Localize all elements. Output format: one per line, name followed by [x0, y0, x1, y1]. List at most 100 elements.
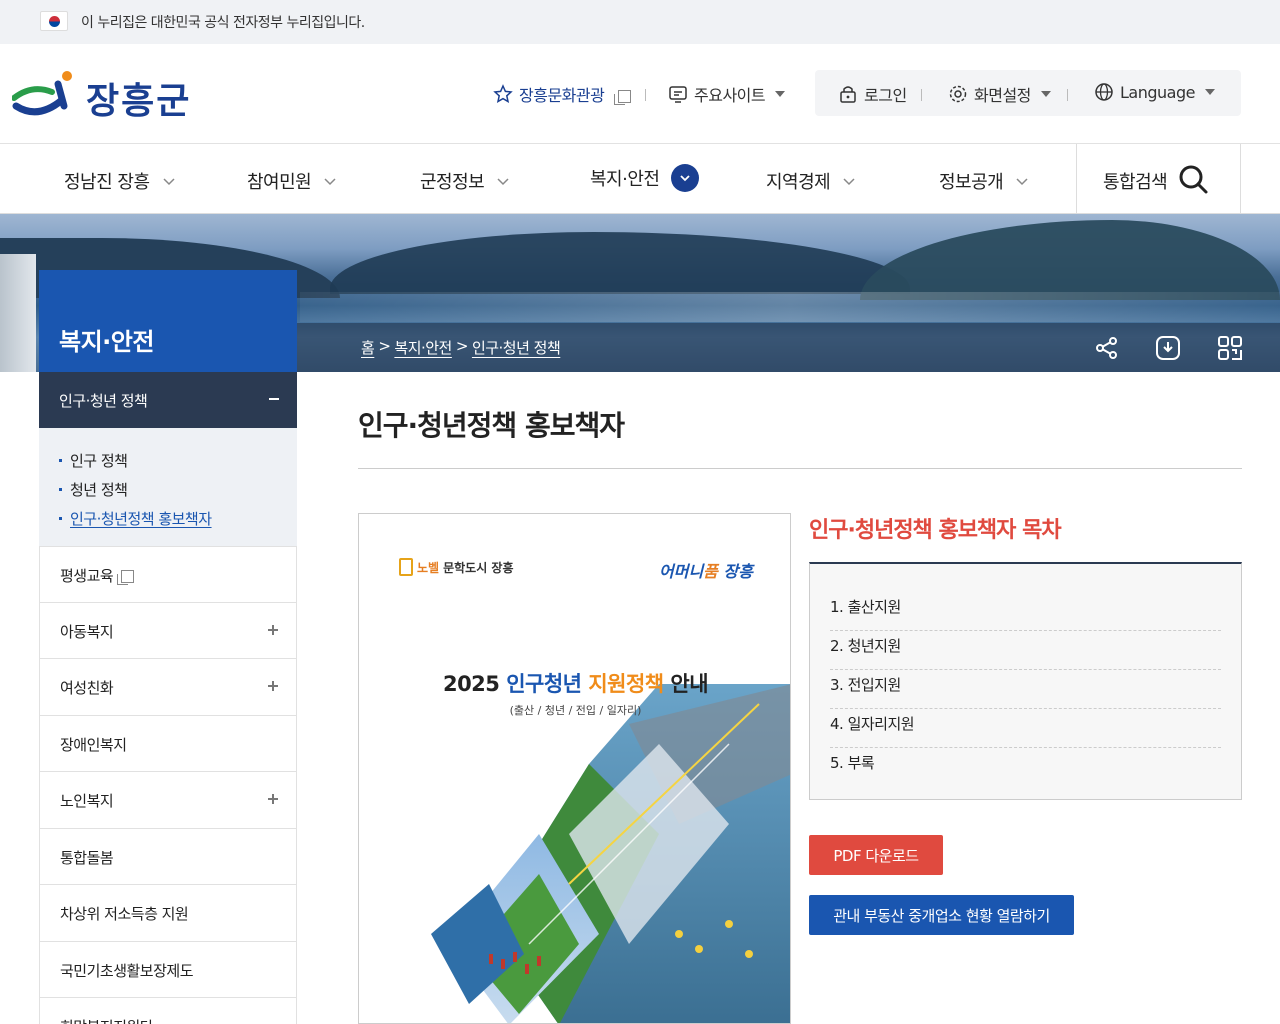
- lnb-item-integrated-care[interactable]: 통합돌봄: [39, 828, 297, 885]
- gnb-item-label: 정보공개: [939, 172, 1004, 193]
- gnb-item-civil[interactable]: 참여민원: [247, 168, 337, 194]
- lock-icon: [840, 86, 856, 103]
- qr-code-icon[interactable]: [1217, 335, 1243, 361]
- chevron-down-icon: [324, 178, 336, 186]
- lnb-item-lifelong-education[interactable]: 평생교육: [39, 546, 297, 603]
- lnb-item-population-youth[interactable]: 인구·청년 정책: [39, 372, 297, 428]
- korea-flag-icon: [40, 11, 68, 31]
- lnb-item-women-friendly[interactable]: 여성친화: [39, 659, 297, 716]
- lnb-item-basic-livelihood[interactable]: 국민기초생활보장제도: [39, 941, 297, 998]
- breadcrumb-separator: >: [455, 337, 469, 355]
- search-icon: [1179, 165, 1208, 194]
- site-header: 장흥군 장흥문화관광 주요사이트 로그인 화면설정 Language: [0, 44, 1280, 144]
- realestate-list-button[interactable]: 관내 부동산 중개업소 현황 열람하기: [809, 895, 1074, 935]
- lnb-item-label: 아동복지: [60, 622, 114, 641]
- lnb-item-disability-welfare[interactable]: 장애인복지: [39, 715, 297, 772]
- cover-title-part: 인구청년: [506, 672, 582, 696]
- plus-icon: [268, 624, 278, 635]
- breadcrumb-separator: >: [378, 337, 391, 355]
- breadcrumb-level1[interactable]: 복지·안전: [394, 337, 452, 358]
- lnb-item-low-income-support[interactable]: 차상위 저소득층 지원: [39, 885, 297, 942]
- cover-subtitle: (출산 / 청년 / 전입 / 일자리): [509, 704, 642, 717]
- display-settings-label: 화면설정: [974, 86, 1031, 105]
- toc-item: 2. 청년지원: [830, 631, 1221, 670]
- breadcrumb: 홈 > 복지·안전 > 인구·청년 정책: [361, 337, 561, 358]
- banner-scenery: [860, 220, 1280, 300]
- breadcrumb-level2[interactable]: 인구·청년 정책: [472, 337, 561, 358]
- cover-brand-text: 문학도시 장흥: [443, 560, 514, 575]
- banner-scenery: [300, 292, 1280, 322]
- lnb-sub-item-brochure[interactable]: 인구·청년정책 홍보책자: [59, 508, 297, 529]
- lnb-sub-item-population[interactable]: 인구 정책: [59, 450, 297, 471]
- lnb-item-hope-welfare[interactable]: 희망복지지원단: [39, 998, 297, 1024]
- gnb-item-county-info[interactable]: 군정정보: [420, 168, 510, 194]
- cover-brand-text: 어머니: [659, 562, 704, 581]
- lnb-item-label: 노인복지: [60, 792, 114, 810]
- lnb-item-senior-welfare[interactable]: 노인복지: [39, 772, 297, 829]
- lnb-item-child-welfare[interactable]: 아동복지: [39, 602, 297, 659]
- gnb-item-economy[interactable]: 지역경제: [766, 168, 856, 194]
- gov-banner: 이 누리집은 대한민국 공식 전자정부 누리집입니다.: [0, 0, 1280, 44]
- login-link[interactable]: 로그인: [838, 82, 907, 106]
- language-dropdown[interactable]: Language: [1094, 82, 1215, 102]
- divider: [1067, 89, 1068, 101]
- cover-brand-nobel: 노벨 문학도시 장흥: [399, 558, 514, 576]
- culture-tour-link[interactable]: 장흥문화관광: [493, 82, 632, 106]
- title-divider: [358, 468, 1242, 469]
- new-window-icon: [117, 570, 135, 585]
- display-settings-dropdown[interactable]: 화면설정: [948, 82, 1051, 106]
- gnb-item-label: 참여민원: [247, 172, 312, 193]
- lnb-item-label: 장애인복지: [60, 735, 127, 754]
- major-sites-dropdown[interactable]: 주요사이트: [668, 82, 786, 106]
- site-logo[interactable]: 장흥군: [12, 70, 212, 122]
- breadcrumb-home[interactable]: 홈: [361, 337, 375, 358]
- lnb-title: 복지·안전: [39, 270, 297, 372]
- lnb-submenu: 인구 정책 청년 정책 인구·청년정책 홍보책자: [39, 428, 297, 546]
- lnb-item-label: 희망복지지원단: [60, 1016, 154, 1024]
- brochure-cover-image: 노벨 문학도시 장흥 어머니품 장흥 2025 인구청년 지원정책 안내 (출산…: [358, 513, 791, 1024]
- cover-title-part: 지원정책: [588, 672, 664, 696]
- lnb-item-label: 통합돌봄: [60, 848, 114, 867]
- pdf-download-button[interactable]: PDF 다운로드: [809, 835, 943, 875]
- integrated-search-button[interactable]: 통합검색: [1076, 144, 1241, 214]
- toc-item: 3. 전입지원: [830, 670, 1221, 709]
- cover-title: 2025 인구청년 지원정책 안내: [359, 668, 790, 698]
- share-icon[interactable]: [1094, 335, 1120, 361]
- chevron-down-icon: [843, 178, 855, 186]
- lnb-item-label: 여성친화: [60, 679, 114, 697]
- gnb-item-label: 정남진 장흥: [64, 172, 150, 193]
- toc-item: 5. 부록: [830, 754, 875, 772]
- lnb-sub-item-label: 청년 정책: [70, 481, 128, 499]
- lnb-sub-item-youth[interactable]: 청년 정책: [59, 479, 297, 500]
- caret-down-icon: [1204, 89, 1215, 95]
- bullet-icon: [59, 459, 62, 462]
- chevron-down-icon: [497, 178, 509, 186]
- breadcrumb-bar: 홈 > 복지·안전 > 인구·청년 정책: [297, 323, 1280, 372]
- lnb-item-label: 인구·청년 정책: [59, 392, 148, 410]
- cover-title-part: 2025: [442, 672, 500, 696]
- download-icon[interactable]: [1155, 335, 1181, 361]
- bullet-icon: [59, 488, 62, 491]
- cover-brand-text: 노벨: [417, 560, 440, 575]
- toc-title: 인구·청년정책 홍보책자 목차: [809, 518, 1062, 543]
- search-label: 통합검색: [1103, 172, 1168, 193]
- caret-down-icon: [1040, 91, 1051, 97]
- toc-list: 1. 출산지원 2. 청년지원 3. 전입지원 4. 일자리지원 5. 부록: [809, 562, 1242, 800]
- cover-title-part: 안내: [670, 672, 709, 696]
- gnb-item-welfare[interactable]: 복지·안전: [590, 164, 700, 192]
- lnb-item-label: 평생교육: [60, 565, 135, 586]
- lnb-list: 평생교육 아동복지 여성친화 장애인복지 노인복지 통합돌봄 차상위 저소득층 …: [39, 546, 297, 1024]
- divider: [645, 89, 646, 101]
- page-title: 인구·청년정책 홍보책자: [358, 409, 625, 442]
- main-navigation: 정남진 장흥 참여민원 군정정보 복지·안전 지역경제 정보공개 통합검색: [0, 144, 1280, 214]
- gnb-item-disclosure[interactable]: 정보공개: [939, 168, 1029, 194]
- lnb-item-label: 차상위 저소득층 지원: [60, 905, 189, 923]
- divider: [921, 89, 922, 101]
- lnb-sub-item-label: 인구·청년정책 홍보책자: [70, 510, 212, 528]
- caret-down-icon: [775, 91, 786, 97]
- monitor-icon: [669, 86, 687, 103]
- lnb-item-label: 국민기초생활보장제도: [60, 961, 194, 980]
- gnb-item-jeongnamjin[interactable]: 정남진 장흥: [64, 168, 176, 194]
- plus-icon: [268, 681, 278, 691]
- gnb-item-label: 복지·안전: [590, 169, 660, 190]
